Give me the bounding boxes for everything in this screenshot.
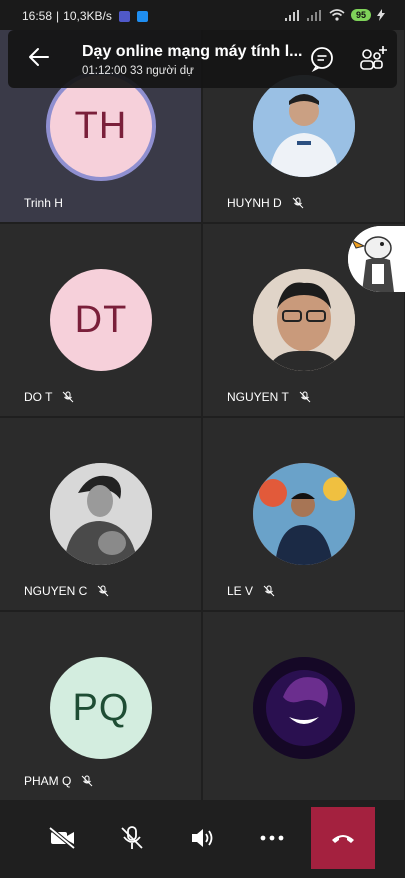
signal-icon xyxy=(284,9,299,21)
more-icon xyxy=(260,835,284,841)
mic-muted-icon xyxy=(263,585,275,597)
participant-tile[interactable]: NGUYEN C xyxy=(0,418,201,610)
call-controls xyxy=(0,800,405,878)
more-options-button[interactable] xyxy=(252,818,292,858)
mic-muted-icon xyxy=(299,391,311,403)
chat-icon[interactable] xyxy=(308,44,336,72)
profile-photo xyxy=(253,657,355,759)
avatar xyxy=(253,463,355,565)
avatar: TH xyxy=(50,75,152,177)
add-participants-icon[interactable] xyxy=(358,44,388,72)
mic-muted-icon xyxy=(81,775,93,787)
participant-name: HUYNH D xyxy=(227,196,282,210)
profile-photo xyxy=(253,463,355,565)
mic-muted-icon xyxy=(63,391,74,403)
wifi-icon xyxy=(329,9,345,21)
mic-off-icon xyxy=(121,826,143,849)
speaker-icon xyxy=(192,829,213,847)
camera-off-button[interactable] xyxy=(42,818,82,858)
self-avatar-image xyxy=(348,226,405,292)
speaker-button[interactable] xyxy=(182,818,222,858)
signal-icon-2 xyxy=(306,9,321,21)
participant-tile[interactable] xyxy=(203,612,404,800)
participant-name: LE V xyxy=(227,584,254,598)
participant-name: NGUYEN T xyxy=(227,390,289,404)
battery-indicator: 95 xyxy=(350,9,371,21)
avatar xyxy=(253,75,355,177)
avatar: PQ xyxy=(50,657,152,759)
charging-icon xyxy=(377,9,385,21)
meeting-title: Dạy online mạng máy tính l... xyxy=(82,43,303,60)
participant-tile[interactable]: PQ PHAM Q xyxy=(0,612,201,800)
meeting-subtitle: 01:12:00 33 người dự xyxy=(82,65,194,77)
participant-grid: TH Trinh H HUYNH D DT DO T NGUYEN T NGUY… xyxy=(0,0,405,800)
camera-off-icon xyxy=(48,826,76,850)
participant-name: PHAM Q xyxy=(24,774,72,788)
avatar xyxy=(50,463,152,565)
avatar: DT xyxy=(50,269,152,371)
avatar xyxy=(253,657,355,759)
participant-name: Trinh H xyxy=(24,196,63,210)
self-view[interactable] xyxy=(348,226,405,292)
network-speed: 10,3KB/s xyxy=(63,9,112,23)
teams-icon xyxy=(118,10,130,22)
clock: 16:58 xyxy=(22,9,53,23)
mic-muted-icon xyxy=(292,197,304,209)
mute-button[interactable] xyxy=(112,818,152,858)
mic-muted-icon xyxy=(97,585,109,597)
messenger-icon xyxy=(136,10,148,22)
hang-up-icon xyxy=(332,835,354,843)
profile-photo xyxy=(253,75,355,177)
participant-name: NGUYEN C xyxy=(24,584,88,598)
profile-photo xyxy=(253,269,355,371)
call-header: Dạy online mạng máy tính l... 01:12:00 3… xyxy=(8,30,397,88)
status-bar: 16:58 | 10,3KB/s 95 xyxy=(0,0,405,30)
end-call-button[interactable] xyxy=(311,807,375,869)
participant-name: DO T xyxy=(24,390,53,404)
participant-tile[interactable]: DT DO T xyxy=(0,224,201,416)
participant-tile[interactable]: LE V xyxy=(203,418,404,610)
avatar xyxy=(253,269,355,371)
profile-photo xyxy=(50,463,152,565)
back-arrow-icon[interactable] xyxy=(26,44,52,70)
